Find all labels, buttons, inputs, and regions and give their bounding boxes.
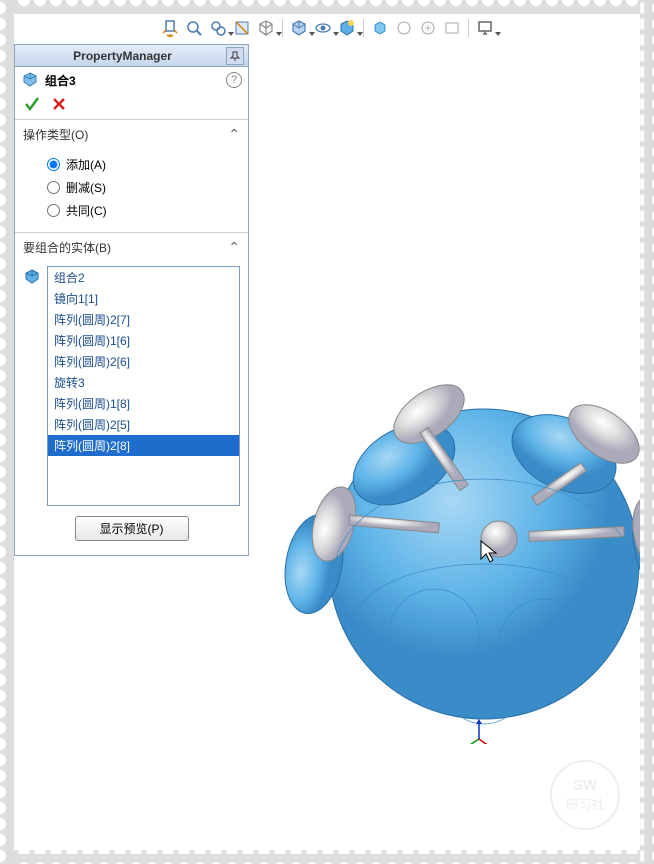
operation-radio-2[interactable]: 共同(C) xyxy=(23,199,240,222)
entity-item[interactable]: 阵列(圆周)2[8] xyxy=(48,435,239,456)
entity-item[interactable]: 组合2 xyxy=(48,267,239,288)
operation-section-title: 操作类型(O) xyxy=(23,126,228,143)
combine-icon xyxy=(21,71,39,89)
chevron-up-icon: ⌃ xyxy=(228,239,240,256)
entities-section: 要组合的实体(B) ⌃ 组合2镜向1[1]阵列(圆周)2[7]阵列(圆周)1[6… xyxy=(15,232,248,555)
prev-view-icon[interactable] xyxy=(208,18,228,38)
entity-item[interactable]: 阵列(圆周)2[7] xyxy=(48,309,239,330)
body-icon xyxy=(23,268,41,286)
model-preview xyxy=(284,344,654,744)
radio-input[interactable] xyxy=(47,181,60,194)
display-style-icon[interactable] xyxy=(289,18,309,38)
entity-item[interactable]: 阵列(圆周)2[5] xyxy=(48,414,239,435)
action-row xyxy=(15,93,248,119)
screen-icon[interactable] xyxy=(475,18,495,38)
graphics-viewport[interactable]: SW 研习社 xyxy=(254,44,640,850)
entity-item[interactable]: 阵列(圆周)1[8] xyxy=(48,393,239,414)
zoom-area-icon[interactable] xyxy=(184,18,204,38)
entity-item[interactable]: 镜向1[1] xyxy=(48,288,239,309)
operation-type-section: 操作类型(O) ⌃ 添加(A) 删减(S) 共同(C) xyxy=(15,119,248,232)
entities-section-title: 要组合的实体(B) xyxy=(23,239,228,256)
hide-show-icon[interactable] xyxy=(313,18,333,38)
entity-item[interactable]: 阵列(圆周)1[6] xyxy=(48,330,239,351)
view-toolbar xyxy=(14,14,640,42)
pm-title: PropertyManager xyxy=(19,49,226,63)
pin-icon[interactable] xyxy=(226,47,244,65)
radio-input[interactable] xyxy=(47,158,60,171)
entity-listbox[interactable]: 组合2镜向1[1]阵列(圆周)2[7]阵列(圆周)1[6]阵列(圆周)2[6]旋… xyxy=(47,266,240,506)
cursor-icon xyxy=(479,539,499,565)
radio-input[interactable] xyxy=(47,204,60,217)
ok-button[interactable] xyxy=(23,95,41,113)
feature-name: 组合3 xyxy=(45,72,220,89)
watermark: SW 研习社 xyxy=(550,760,620,830)
property-manager-panel: PropertyManager 组合3 ? 操作类型(O) ⌃ 添加(A) 删减(… xyxy=(14,44,249,556)
zoom-fit-icon[interactable] xyxy=(160,18,180,38)
radio-label: 共同(C) xyxy=(66,202,107,219)
view-orient-icon[interactable] xyxy=(256,18,276,38)
entities-section-header[interactable]: 要组合的实体(B) ⌃ xyxy=(15,233,248,262)
show-preview-button[interactable]: 显示预览(P) xyxy=(75,516,189,541)
scene-icon[interactable] xyxy=(337,18,357,38)
decal-icon[interactable] xyxy=(442,18,462,38)
feature-header: 组合3 ? xyxy=(15,67,248,93)
appearance-icon[interactable] xyxy=(394,18,414,38)
help-icon[interactable]: ? xyxy=(226,72,242,88)
radio-label: 添加(A) xyxy=(66,156,106,173)
radio-label: 删减(S) xyxy=(66,179,106,196)
section-view-icon[interactable] xyxy=(232,18,252,38)
cancel-button[interactable] xyxy=(51,96,67,112)
operation-radio-1[interactable]: 删减(S) xyxy=(23,176,240,199)
operation-radio-0[interactable]: 添加(A) xyxy=(23,153,240,176)
render-icon[interactable] xyxy=(418,18,438,38)
pm-titlebar: PropertyManager xyxy=(15,45,248,67)
operation-section-header[interactable]: 操作类型(O) ⌃ xyxy=(15,120,248,149)
entity-item[interactable]: 阵列(圆周)2[6] xyxy=(48,351,239,372)
perspective-icon[interactable] xyxy=(370,18,390,38)
entity-item[interactable]: 旋转3 xyxy=(48,372,239,393)
chevron-up-icon: ⌃ xyxy=(228,126,240,143)
